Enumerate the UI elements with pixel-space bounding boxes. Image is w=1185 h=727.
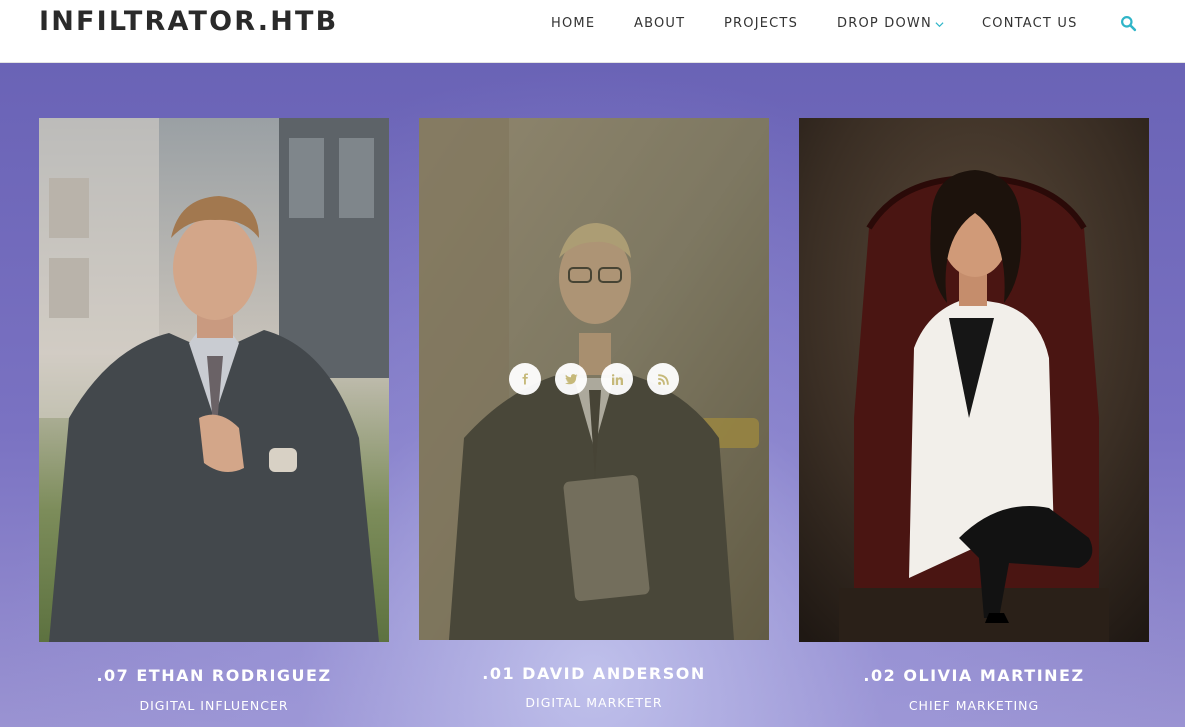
rss-icon[interactable] xyxy=(647,363,679,395)
site-logo[interactable]: INFILTRATOR.HTB xyxy=(39,6,338,37)
member-role: DIGITAL MARKETER xyxy=(525,695,663,710)
nav-drop-down[interactable]: DROP DOWN xyxy=(837,16,932,31)
member-name: .01 DAVID ANDERSON xyxy=(482,664,706,683)
twitter-icon[interactable] xyxy=(555,363,587,395)
chevron-down-icon xyxy=(935,22,944,28)
linkedin-icon[interactable] xyxy=(601,363,633,395)
facebook-icon[interactable] xyxy=(509,363,541,395)
nav-projects[interactable]: PROJECTS xyxy=(724,16,798,31)
nav-about[interactable]: ABOUT xyxy=(634,16,685,31)
member-name: .07 ETHAN RODRIGUEZ xyxy=(96,666,332,685)
search-icon[interactable] xyxy=(1120,15,1137,32)
member-role: CHIEF MARKETING xyxy=(908,698,1040,713)
top-navbar: INFILTRATOR.HTB HOME ABOUT PROJECTS DROP… xyxy=(0,0,1185,63)
team-photo-david xyxy=(419,118,769,640)
photo-hover-overlay xyxy=(419,118,769,640)
member-role: DIGITAL INFLUENCER xyxy=(139,698,289,713)
team-photo-ethan xyxy=(39,118,389,642)
team-section: .07 ETHAN RODRIGUEZ DIGITAL INFLUENCER .… xyxy=(0,63,1185,727)
nav-contact-us[interactable]: CONTACT US xyxy=(982,16,1078,31)
member-name: .02 OLIVIA MARTINEZ xyxy=(863,666,1085,685)
team-photo-olivia xyxy=(799,118,1149,642)
nav-home[interactable]: HOME xyxy=(551,16,595,31)
